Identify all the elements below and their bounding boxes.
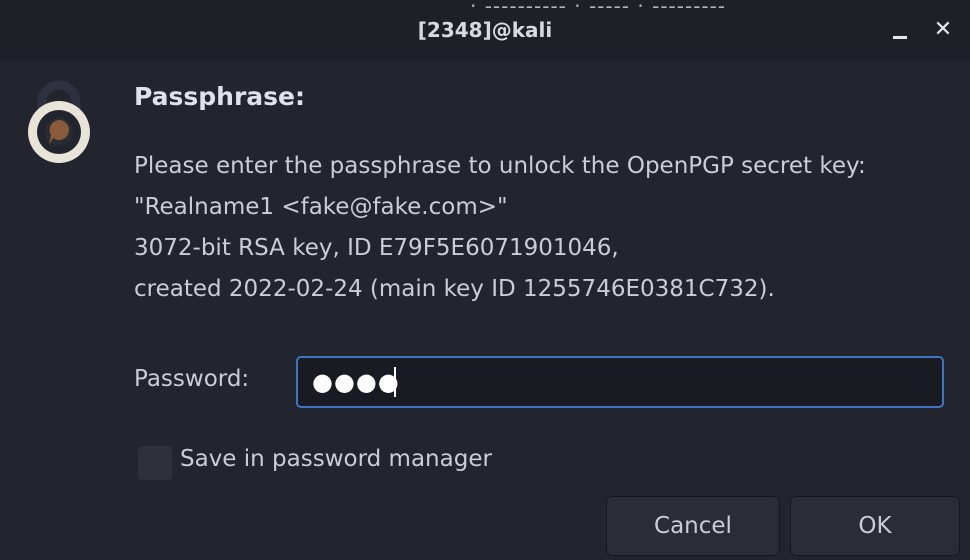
close-button[interactable]: ✕: [930, 16, 956, 44]
description-line: created 2022-02-24 (main key ID 1255746E…: [134, 276, 775, 302]
cancel-button[interactable]: Cancel: [606, 496, 780, 556]
minimize-icon: [893, 36, 907, 39]
description-line: "Realname1 <fake@fake.com>": [134, 194, 508, 220]
description-line: 3072-bit RSA key, ID E79F5E6071901046,: [134, 235, 619, 261]
padlock-icon: [28, 80, 90, 163]
save-in-password-manager-label[interactable]: Save in password manager: [180, 446, 492, 472]
password-input[interactable]: ●●●●: [296, 356, 944, 408]
key-description: Please enter the passphrase to unlock th…: [134, 146, 866, 310]
description-line: Please enter the passphrase to unlock th…: [134, 153, 866, 179]
background-window-peek: · ---------- · ----- · ---------: [470, 0, 727, 18]
password-label: Password:: [134, 366, 250, 392]
window-title: [2348]@kali: [417, 18, 553, 42]
ok-button[interactable]: OK: [790, 496, 960, 556]
password-masked-value: ●●●●: [312, 368, 400, 396]
pinentry-dialog: · ---------- · ----- · --------- [2348]@…: [0, 0, 970, 560]
minimize-button[interactable]: [888, 16, 914, 44]
save-in-password-manager-checkbox[interactable]: [138, 446, 172, 480]
text-caret: [394, 367, 396, 397]
dialog-heading: Passphrase:: [134, 82, 306, 111]
title-bar: · ---------- · ----- · --------- [2348]@…: [0, 0, 970, 60]
